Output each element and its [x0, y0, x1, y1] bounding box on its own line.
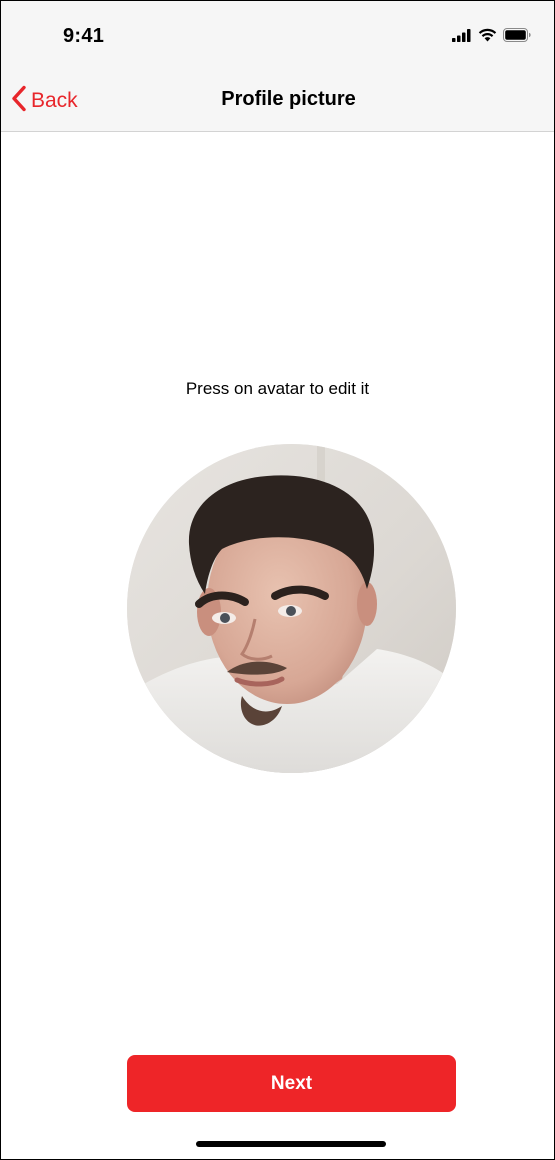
status-time: 9:41: [63, 25, 105, 47]
status-icons: [452, 28, 532, 47]
home-indicator: [196, 1141, 386, 1147]
next-button[interactable]: Next: [127, 1055, 456, 1112]
avatar[interactable]: [127, 444, 456, 773]
profile-photo-icon: [127, 444, 456, 773]
wifi-icon: [478, 28, 497, 47]
battery-icon: [503, 28, 532, 47]
navigation-bar: Back Profile picture: [1, 71, 554, 132]
status-bar: 9:41: [1, 1, 554, 71]
page-title: Profile picture: [221, 88, 356, 110]
avatar-hint: Press on avatar to edit it: [185, 379, 370, 398]
app-screen: 9:41 Back Profile picture Press on avata…: [0, 0, 555, 1160]
cellular-signal-icon: [452, 28, 472, 47]
